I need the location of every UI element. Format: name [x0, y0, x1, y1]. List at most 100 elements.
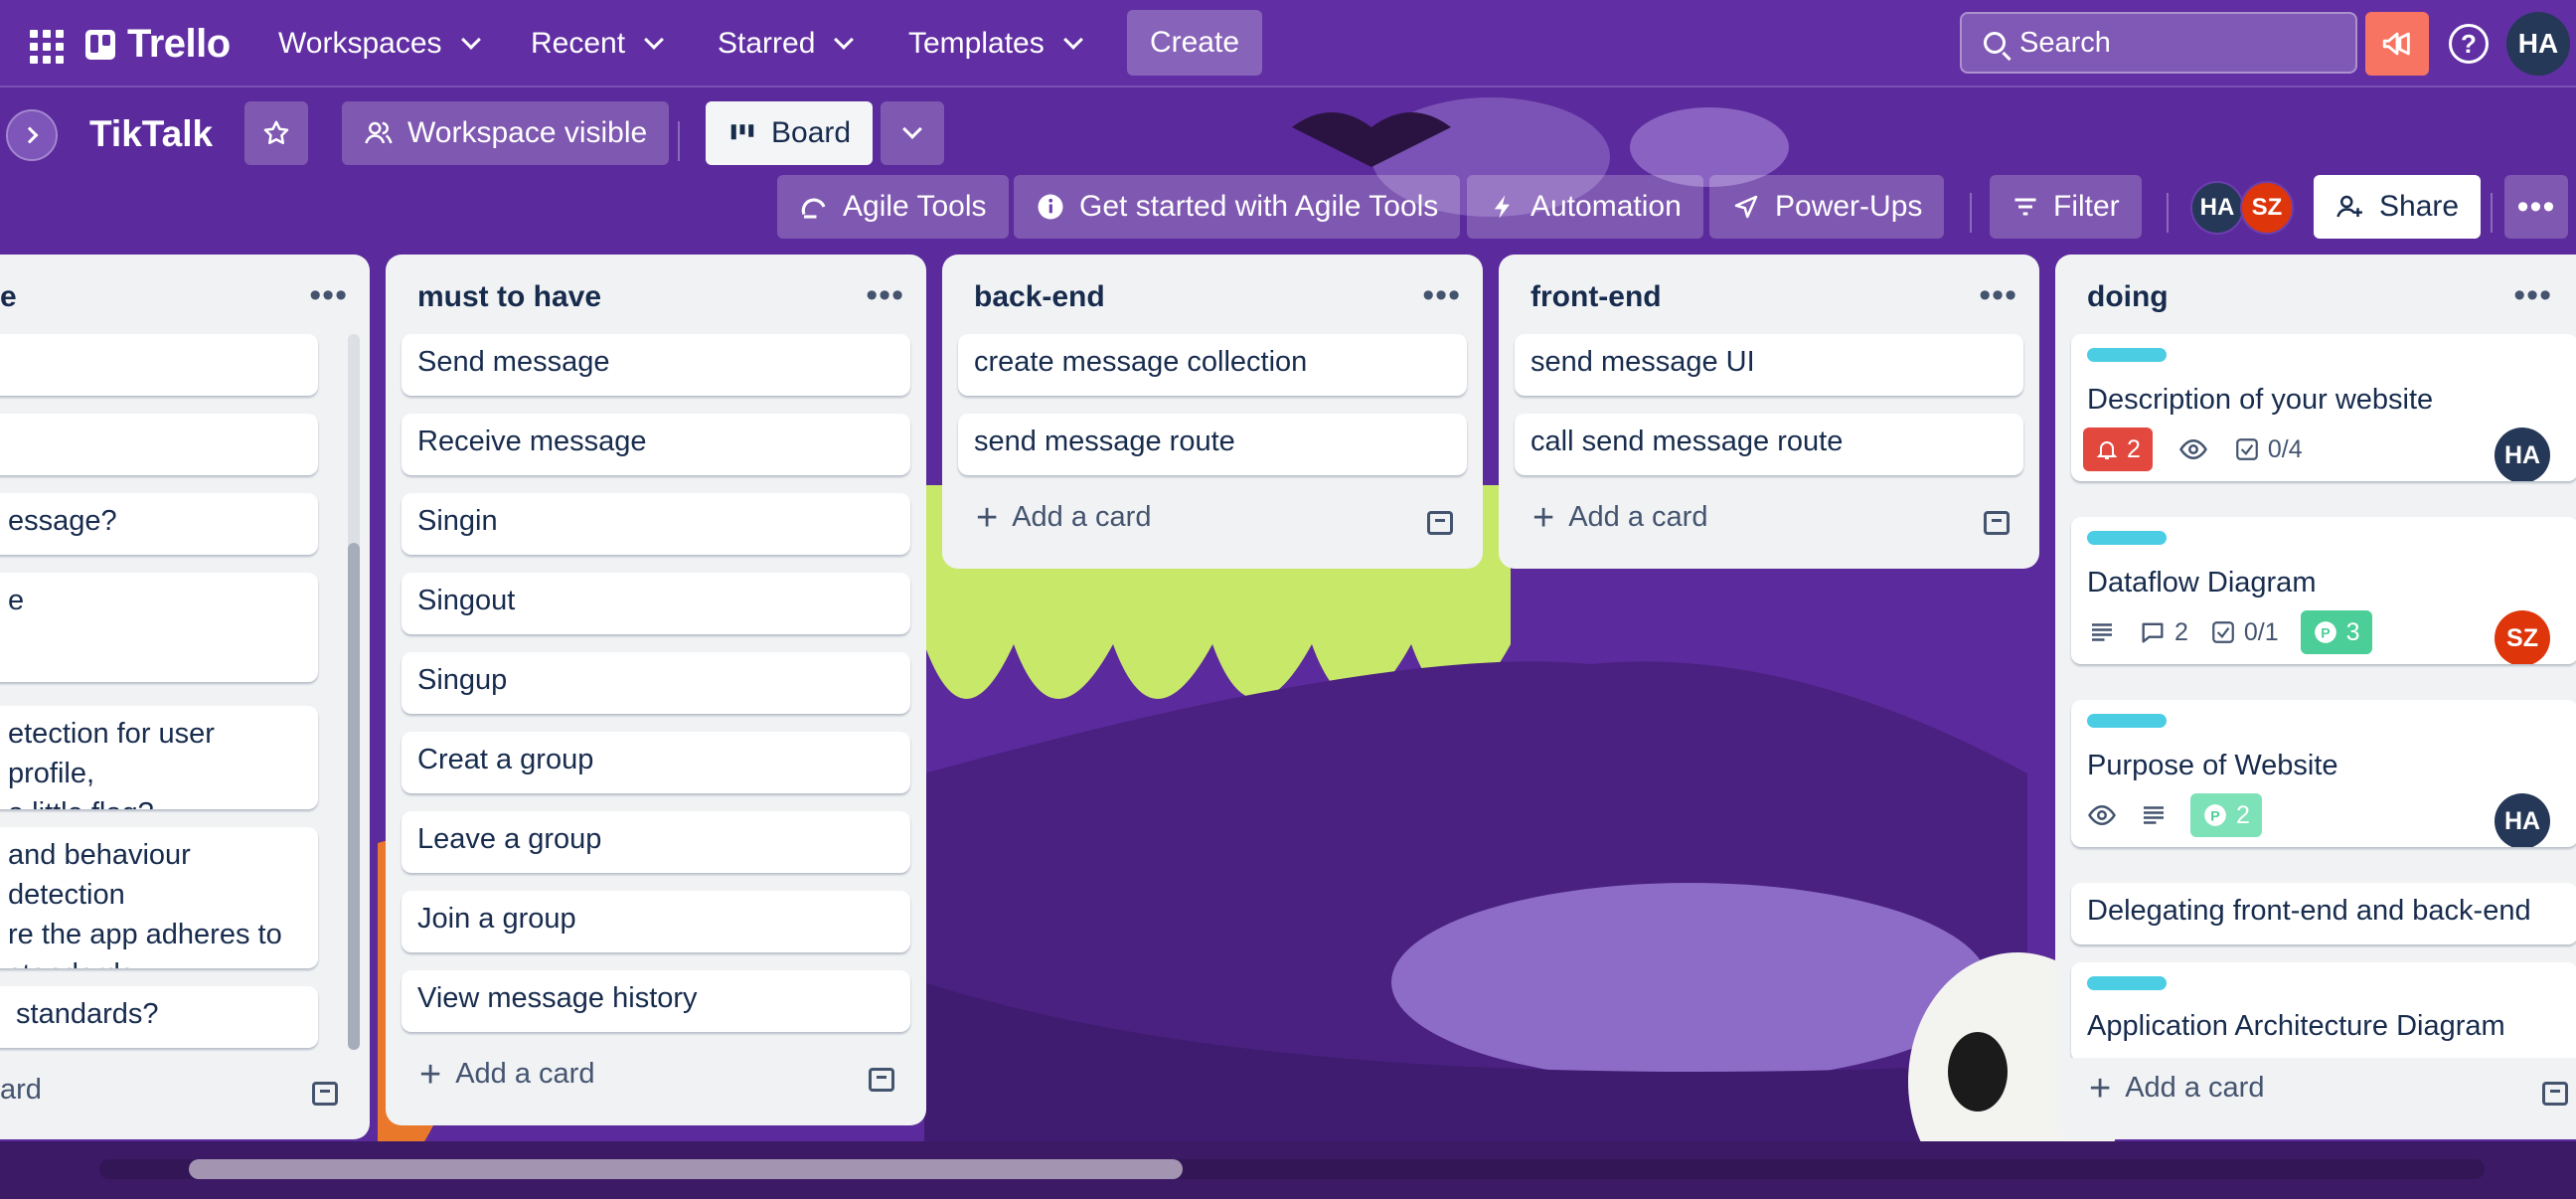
card-badges: 2 0/1 P 3: [2087, 610, 2372, 654]
card[interactable]: [0, 414, 318, 475]
power-ups-button[interactable]: Power-Ups: [1709, 175, 1945, 239]
chevron-down-icon: [460, 30, 481, 50]
card-label-cyan[interactable]: [2087, 531, 2167, 545]
card[interactable]: Leave a group: [402, 811, 910, 873]
megaphone-icon: [2382, 32, 2410, 56]
list-title[interactable]: must to have: [417, 280, 601, 314]
search-input[interactable]: Search: [1960, 12, 2357, 74]
workspace-visibility-button[interactable]: Workspace visible: [342, 101, 670, 165]
board-title[interactable]: TikTalk: [89, 113, 213, 155]
list-title[interactable]: front-end: [1530, 280, 1662, 314]
notification-badge: 2: [2083, 428, 2153, 471]
add-card-button[interactable]: ard: [0, 1074, 42, 1107]
card-member-avatar[interactable]: SZ: [2495, 610, 2550, 664]
card[interactable]: Singin: [402, 493, 910, 555]
card-template-icon[interactable]: [2542, 1082, 2568, 1106]
add-card-button[interactable]: + Add a card: [419, 1056, 595, 1094]
card-template-icon[interactable]: [1984, 511, 2010, 535]
search-placeholder: Search: [2019, 26, 2111, 59]
add-card-button[interactable]: + Add a card: [1532, 499, 1707, 537]
list-menu-button[interactable]: •••: [1979, 276, 2017, 315]
card[interactable]: send message route: [958, 414, 1467, 475]
chevron-down-icon: [902, 119, 922, 139]
card[interactable]: create message collection: [958, 334, 1467, 396]
card[interactable]: Receive message: [402, 414, 910, 475]
card[interactable]: Description of your website 2 0/4 HA: [2071, 334, 2576, 481]
people-icon: [365, 121, 393, 144]
card[interactable]: Singout: [402, 573, 910, 634]
board-menu-button[interactable]: •••: [2504, 175, 2568, 239]
list-menu-button[interactable]: •••: [309, 276, 348, 315]
card[interactable]: standards?: [0, 986, 318, 1048]
nav-workspaces-label: Workspaces: [278, 27, 442, 60]
card-label-cyan[interactable]: [2087, 714, 2167, 728]
card[interactable]: Purpose of Website P 2 HA: [2071, 700, 2576, 847]
trello-logo[interactable]: Trello: [85, 22, 231, 67]
card-member-avatar[interactable]: HA: [2495, 793, 2550, 847]
nav-templates[interactable]: Templates: [894, 12, 1094, 76]
card[interactable]: Application Architecture Diagram: [2071, 962, 2576, 1062]
nav-starred[interactable]: Starred: [704, 12, 865, 76]
create-button[interactable]: Create: [1127, 10, 1262, 76]
nav-workspaces[interactable]: Workspaces: [264, 12, 492, 76]
card[interactable]: send message UI: [1515, 334, 2023, 396]
plus-icon: +: [2089, 1067, 2112, 1110]
sidebar-expand-button[interactable]: [6, 109, 58, 161]
card-template-icon[interactable]: [1427, 511, 1453, 535]
card[interactable]: Dataflow Diagram 2 0/1 P 3 SZ: [2071, 517, 2576, 664]
list-title[interactable]: back-end: [974, 280, 1105, 314]
app-switcher-icon[interactable]: [24, 24, 64, 64]
story-points-value: 3: [2345, 618, 2360, 646]
help-icon[interactable]: ?: [2449, 24, 2489, 64]
list-title[interactable]: doing: [2087, 280, 2169, 314]
card-label-cyan[interactable]: [2087, 348, 2167, 362]
star-board-button[interactable]: [244, 101, 308, 165]
user-avatar[interactable]: HA: [2506, 12, 2570, 76]
card[interactable]: View message history: [402, 970, 910, 1032]
add-member-icon: [2336, 195, 2362, 218]
bell-icon: [2096, 441, 2118, 459]
card[interactable]: call send message route: [1515, 414, 2023, 475]
board-view-button[interactable]: Board: [706, 101, 874, 165]
agile-tools-button[interactable]: Agile Tools: [777, 175, 1009, 239]
card[interactable]: Delegating front-end and back-end: [2071, 883, 2576, 944]
list-menu-button[interactable]: •••: [2513, 276, 2552, 315]
list-back-end: back-end ••• create message collection s…: [942, 255, 1483, 569]
add-card-button[interactable]: + Add a card: [976, 499, 1151, 537]
member-avatar[interactable]: HA: [2190, 181, 2244, 235]
card[interactable]: and behaviour detection re the app adher…: [0, 827, 318, 968]
switch-views-button[interactable]: [881, 101, 944, 165]
card[interactable]: [0, 334, 318, 396]
card-label-cyan[interactable]: [2087, 976, 2167, 990]
share-button[interactable]: Share: [2314, 175, 2482, 239]
card[interactable]: Singup: [402, 652, 910, 714]
story-points-badge: P 3: [2300, 610, 2372, 654]
add-card-label: Add a card: [455, 1058, 595, 1090]
card-template-icon[interactable]: [869, 1068, 894, 1092]
list-scrollbar-thumb[interactable]: [348, 543, 360, 1050]
card[interactable]: Creat a group: [402, 732, 910, 793]
card-template-icon[interactable]: [312, 1082, 338, 1106]
card[interactable]: Join a group: [402, 891, 910, 952]
nav-recent[interactable]: Recent: [517, 12, 675, 76]
card-member-avatar[interactable]: HA: [2495, 428, 2550, 481]
automation-button[interactable]: Automation: [1467, 175, 1703, 239]
card[interactable]: e: [0, 573, 318, 682]
card[interactable]: etection for user profile, a little flag…: [0, 706, 318, 809]
list-menu-button[interactable]: •••: [866, 276, 904, 315]
card[interactable]: essage?: [0, 493, 318, 555]
member-avatar[interactable]: SZ: [2240, 181, 2294, 235]
board-horizontal-scrollbar-thumb[interactable]: [189, 1159, 1183, 1179]
card[interactable]: Send message: [402, 334, 910, 396]
add-card-button[interactable]: + Add a card: [2089, 1067, 2265, 1110]
get-started-agile-tools-button[interactable]: Get started with Agile Tools: [1014, 175, 1461, 239]
filter-button[interactable]: Filter: [1990, 175, 2142, 239]
notification-button[interactable]: [2365, 12, 2429, 76]
add-card-label: Add a card: [2125, 1072, 2265, 1104]
list-doing: doing ••• Description of your website 2 …: [2055, 255, 2576, 1139]
workspace-visibility-label: Workspace visible: [407, 116, 648, 149]
list-title[interactable]: e: [0, 280, 17, 314]
list-menu-button[interactable]: •••: [1422, 276, 1461, 315]
logo-text: Trello: [127, 22, 231, 66]
top-app-bar: Trello Workspaces Recent Starred Templat…: [0, 0, 2576, 87]
